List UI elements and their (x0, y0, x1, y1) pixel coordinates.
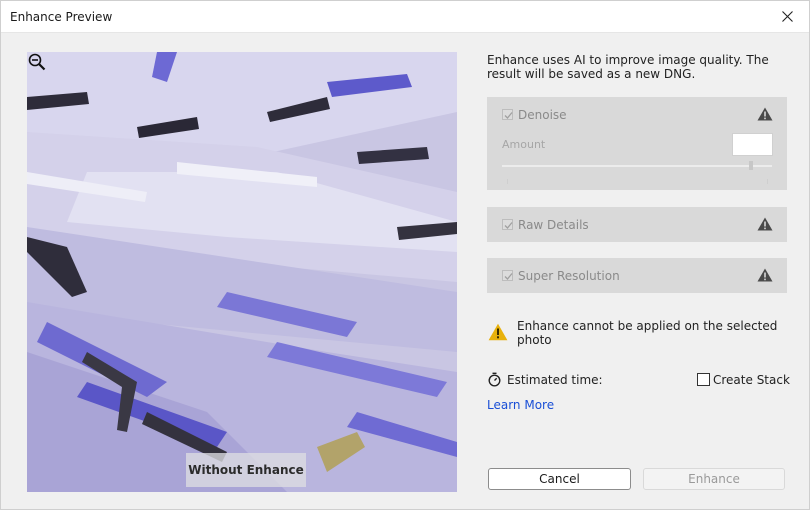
image-preview[interactable]: Without Enhance (27, 52, 457, 492)
warning-icon (757, 268, 773, 282)
close-icon (781, 11, 793, 22)
checkmark-icon (504, 222, 513, 229)
super-resolution-label: Super Resolution (518, 269, 620, 283)
amount-input[interactable] (732, 133, 773, 156)
warning-icon (488, 323, 508, 341)
amount-slider-thumb[interactable] (749, 161, 753, 170)
estimated-time-label: Estimated time: (507, 373, 603, 387)
warning-text: Enhance cannot be applied on the selecte… (517, 319, 778, 347)
raw-details-header: Raw Details (487, 207, 787, 243)
warning-icon (757, 107, 773, 121)
super-resolution-checkbox[interactable] (502, 270, 513, 281)
cancel-button[interactable]: Cancel (488, 468, 631, 490)
denoise-panel: Denoise Amount (487, 97, 787, 190)
super-resolution-panel: Super Resolution (487, 258, 787, 293)
create-stack-label: Create Stack (713, 373, 790, 387)
checkmark-icon (504, 112, 513, 119)
super-resolution-header: Super Resolution (487, 258, 787, 294)
raw-details-label: Raw Details (518, 218, 589, 232)
slider-tick (767, 179, 768, 184)
zoom-out-icon[interactable] (27, 52, 47, 72)
title-bar: Enhance Preview (1, 1, 809, 33)
create-stack-checkbox[interactable] (697, 373, 710, 386)
enhance-preview-dialog: Enhance Preview Without Enhance Enhance … (0, 0, 810, 510)
amount-slider[interactable] (502, 165, 772, 167)
window-title: Enhance Preview (10, 10, 113, 24)
raw-details-panel: Raw Details (487, 207, 787, 242)
warning-icon (757, 217, 773, 231)
denoise-label: Denoise (518, 108, 567, 122)
enhance-description: Enhance uses AI to improve image quality… (487, 53, 769, 81)
stopwatch-icon (488, 372, 501, 387)
without-enhance-label: Without Enhance (186, 453, 306, 487)
denoise-checkbox[interactable] (502, 109, 513, 120)
denoise-header: Denoise (487, 97, 787, 133)
preview-image (27, 52, 457, 492)
checkmark-icon (504, 273, 513, 280)
learn-more-link[interactable]: Learn More (487, 398, 554, 412)
raw-details-checkbox[interactable] (502, 219, 513, 230)
amount-label: Amount (502, 138, 546, 151)
enhance-button[interactable]: Enhance (643, 468, 785, 490)
close-button[interactable] (767, 1, 807, 32)
slider-tick (507, 179, 508, 184)
